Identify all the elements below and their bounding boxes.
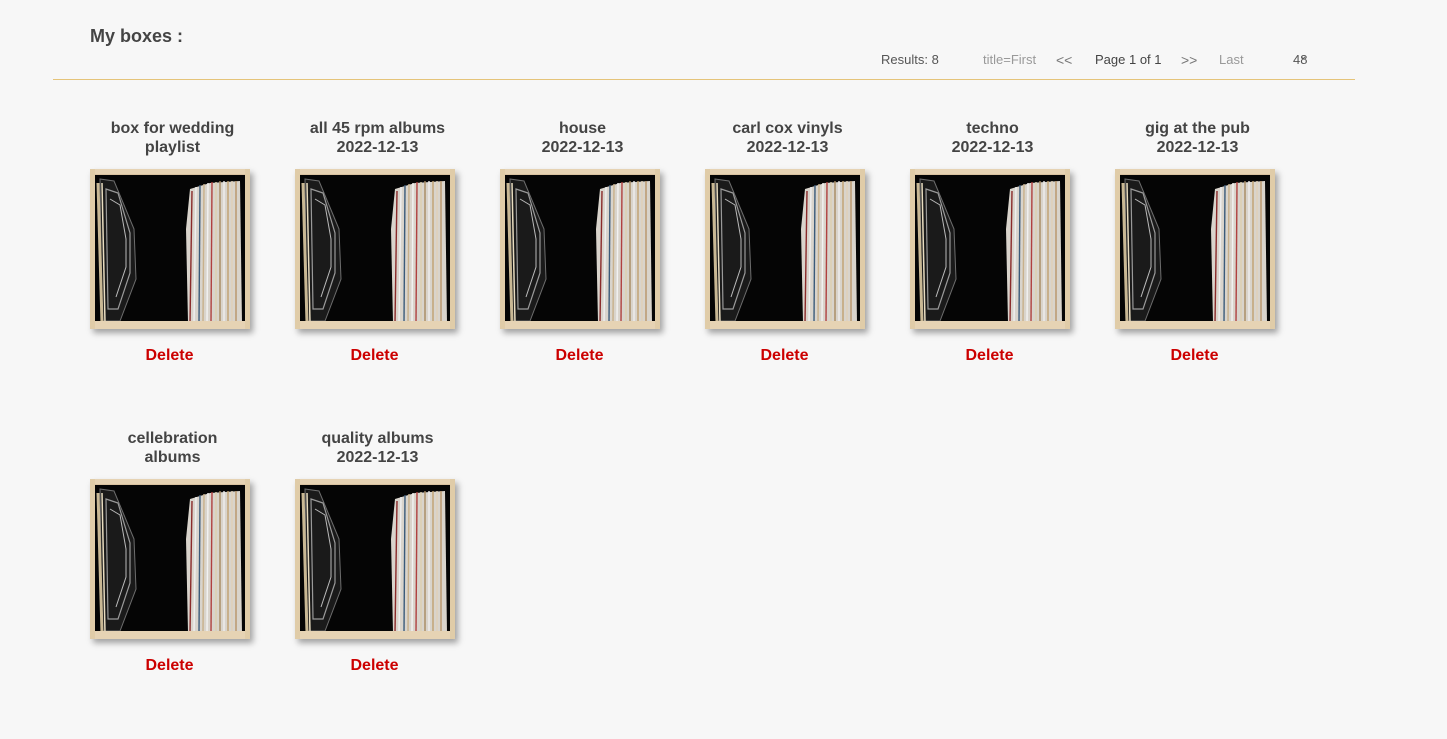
box-title-line2: 2022-12-13 [746,139,829,156]
box-title-line1: techno [966,120,1019,137]
box-title-line2: 2022-12-13 [336,449,419,466]
chevron-down-icon: ⌄ [1299,51,1308,62]
last-page-link[interactable]: Last [1219,52,1244,67]
record-crate-image[interactable] [1114,169,1275,329]
record-crate-image-graphic [909,169,1070,329]
record-crate-image[interactable] [909,169,1070,329]
box-card: cellebration albums Delete [70,429,275,739]
record-crate-image[interactable] [499,169,660,329]
record-crate-image-graphic [499,169,660,329]
delete-button[interactable]: Delete [1092,347,1297,365]
delete-button[interactable]: Delete [682,347,887,365]
box-title-line2: albums [144,449,201,466]
page-title: My boxes : [90,26,184,46]
record-crate-image-graphic [294,169,455,329]
box-card: house 2022-12-13 Delete [480,119,685,429]
box-title: techno 2022-12-13 [918,119,1068,157]
box-card: carl cox vinyls 2022-12-13 Delete [685,119,890,429]
box-title-line2: playlist [144,139,201,156]
record-crate-image-graphic [89,169,250,329]
box-title-line2: 2022-12-13 [336,139,419,156]
box-title: quality albums 2022-12-13 [303,429,453,467]
delete-button[interactable]: Delete [272,657,477,675]
next-page-link[interactable]: >> [1181,52,1197,68]
header-divider [53,79,1355,80]
box-title: all 45 rpm albums 2022-12-13 [303,119,453,157]
box-card: techno 2022-12-13 Delete [890,119,1095,429]
box-title-line2: 2022-12-13 [1156,139,1239,156]
box-card: all 45 rpm albums 2022-12-13 Delete [275,119,480,429]
box-title: box for wedding playlist [98,119,248,157]
box-title-line1: cellebration [127,430,218,447]
record-crate-image-graphic [294,479,455,639]
record-crate-image[interactable] [89,479,250,639]
record-crate-image-graphic [1114,169,1275,329]
box-title-line2: 2022-12-13 [541,139,624,156]
box-title-line1: quality albums [321,430,434,447]
delete-button[interactable]: Delete [67,657,272,675]
record-crate-image-graphic [704,169,865,329]
record-crate-image[interactable] [294,169,455,329]
record-crate-image[interactable] [704,169,865,329]
box-title-line1: house [558,120,607,137]
delete-button[interactable]: Delete [67,347,272,365]
box-title-line1: gig at the pub [1145,120,1250,137]
box-grid: box for wedding playlist Delete all 45 r… [70,119,1320,739]
box-card: gig at the pub 2022-12-13 Delete [1095,119,1300,429]
record-crate-image[interactable] [89,169,250,329]
results-count: Results: 8 [881,52,939,67]
delete-button[interactable]: Delete [887,347,1092,365]
prev-page-link[interactable]: << [1056,52,1072,68]
record-crate-image[interactable] [294,479,455,639]
delete-button[interactable]: Delete [272,347,477,365]
first-page-link[interactable]: title=First [983,52,1036,67]
box-card: box for wedding playlist Delete [70,119,275,429]
box-title-line2: 2022-12-13 [951,139,1034,156]
box-title-line1: all 45 rpm albums [309,120,446,137]
box-title: house 2022-12-13 [508,119,658,157]
pagination-toolbar: Results: 8 title=First << Page 1 of 1 >>… [0,51,1447,68]
delete-button[interactable]: Delete [477,347,682,365]
box-title: gig at the pub 2022-12-13 [1123,119,1273,157]
box-title-line1: box for wedding [110,120,235,137]
record-crate-image-graphic [89,479,250,639]
box-title: carl cox vinyls 2022-12-13 [713,119,863,157]
box-title: cellebration albums [98,429,248,467]
page-info: Page 1 of 1 [1095,52,1162,67]
box-card: quality albums 2022-12-13 Delete [275,429,480,739]
box-title-line1: carl cox vinyls [732,120,843,137]
